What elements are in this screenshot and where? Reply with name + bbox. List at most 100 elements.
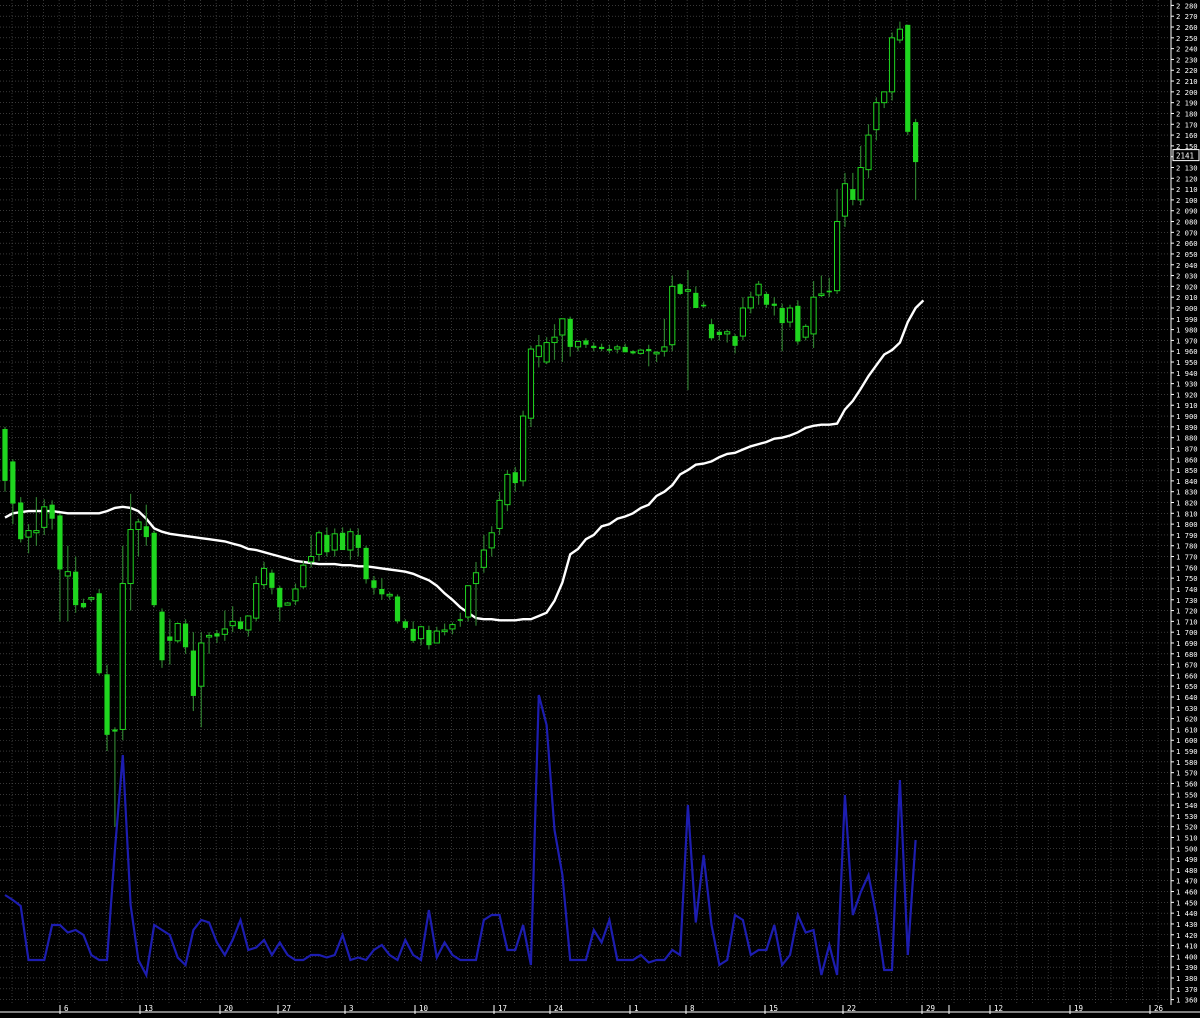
candle-body-up	[802, 325, 809, 338]
y-tick-label: 2 160	[1176, 131, 1198, 140]
candle-body-up	[41, 506, 48, 528]
y-tick-label: 2 220	[1176, 66, 1198, 75]
candle-body-up	[135, 521, 142, 531]
candle-body-down	[795, 305, 801, 342]
y-tick-label: 1 950	[1176, 358, 1198, 367]
candle-body-down	[10, 461, 16, 504]
candle-body-up	[229, 620, 236, 627]
candle-body-up	[417, 626, 425, 640]
candle-body-down	[457, 619, 463, 621]
candle-body-up	[284, 602, 291, 606]
candle-body-up	[527, 348, 535, 419]
x-tick-label: 17	[498, 1004, 507, 1013]
candle-body-up	[292, 588, 299, 602]
y-tick-label: 1 450	[1176, 898, 1198, 907]
x-tick-label: 15	[769, 1004, 778, 1013]
candle-body-up	[88, 597, 95, 600]
candle-body-down	[49, 504, 55, 519]
candle-body-down	[693, 292, 699, 308]
candle-body-up	[300, 564, 307, 588]
y-tick-label: 1 540	[1176, 801, 1198, 810]
y-tick-label: 1 750	[1176, 574, 1198, 583]
y-tick-label: 2 250	[1176, 34, 1198, 43]
candle	[677, 283, 683, 296]
candle-body-down	[677, 284, 683, 294]
y-tick-label: 1 990	[1176, 315, 1198, 324]
candle-body-down	[159, 611, 165, 661]
y-tick-label: 1 490	[1176, 855, 1198, 864]
y-tick-label: 2 240	[1176, 45, 1198, 54]
candle-body-down	[363, 547, 369, 580]
y-tick-label: 1 690	[1176, 639, 1198, 648]
y-tick-label: 1 580	[1176, 758, 1198, 767]
candle-body-up	[347, 531, 354, 551]
candle-body-up	[480, 549, 487, 568]
y-tick-label: 1 360	[1176, 996, 1198, 1005]
y-tick-label: 1 960	[1176, 347, 1198, 356]
candle-body-up	[747, 296, 754, 309]
y-tick-label: 2 030	[1176, 272, 1198, 281]
y-tick-label: 2 130	[1176, 164, 1198, 173]
candle-body-down	[18, 502, 24, 540]
candle	[159, 608, 165, 668]
y-tick-label: 1 700	[1176, 628, 1198, 637]
candle	[669, 275, 676, 352]
candle-body-down	[57, 515, 63, 570]
candle-body-down	[426, 630, 432, 646]
y-tick-label: 1 810	[1176, 509, 1198, 518]
candle-body-up	[614, 346, 621, 350]
candle-body-down	[355, 534, 361, 548]
candle-body-down	[763, 293, 770, 305]
candle-body-up	[669, 285, 676, 346]
candle-body-up	[834, 221, 841, 292]
y-tick-label: 1 590	[1176, 747, 1198, 756]
candle-body-down	[371, 580, 377, 588]
candle-body-up	[331, 533, 338, 551]
y-tick-label: 2 090	[1176, 207, 1198, 216]
candle-body-down	[583, 340, 589, 345]
candle-body-up	[315, 532, 323, 555]
y-tick-label: 2 280	[1176, 1, 1198, 10]
y-tick-label: 1 380	[1176, 974, 1198, 983]
candle-body-up	[873, 102, 880, 131]
y-tick-label: 1 470	[1176, 877, 1198, 886]
candle-body-up	[535, 345, 542, 358]
y-tick-label: 1 660	[1176, 671, 1198, 680]
x-tick-label: 13	[144, 1004, 153, 1013]
candle-body-up	[472, 572, 480, 585]
y-tick-label: 2 170	[1176, 120, 1198, 129]
candle-body-down	[606, 349, 613, 351]
y-tick-label: 1 730	[1176, 596, 1198, 605]
y-tick-label: 1 980	[1176, 326, 1198, 335]
candle-body-up	[127, 529, 134, 585]
candle-body-up	[881, 91, 888, 104]
candle-body-up	[857, 167, 864, 201]
y-tick-label: 1 710	[1176, 617, 1198, 626]
y-tick-label: 1 940	[1176, 369, 1198, 378]
y-tick-label: 2 050	[1176, 250, 1198, 259]
x-tick-label: 12	[994, 1004, 1003, 1013]
y-tick-label: 1 930	[1176, 380, 1198, 389]
candle-body-down	[2, 429, 8, 481]
y-tick-label: 1 410	[1176, 942, 1198, 951]
y-tick-label: 1 780	[1176, 542, 1198, 551]
candle-body-up	[810, 296, 817, 335]
y-tick-label: 2 000	[1176, 304, 1198, 313]
candle-body-up	[684, 289, 692, 292]
x-tick-label: 3	[349, 1004, 354, 1013]
x-tick-label: 24	[554, 1004, 564, 1013]
y-tick-label: 1 550	[1176, 790, 1198, 799]
x-tick-label: 29	[926, 1004, 935, 1013]
y-tick-label: 1 460	[1176, 888, 1198, 897]
candle-body-down	[112, 729, 118, 732]
candle-body-down	[646, 349, 652, 352]
candle-body-down	[591, 345, 597, 348]
candle-body-up	[174, 623, 181, 642]
x-tick-label: 22	[847, 1004, 856, 1013]
candle-body-down	[80, 603, 87, 608]
y-tick-label: 1 920	[1176, 390, 1198, 399]
candle-body-up	[739, 307, 746, 337]
candle-body-down	[630, 351, 636, 354]
x-tick-label: 19	[1074, 1004, 1083, 1013]
candle-body-down	[850, 189, 856, 200]
